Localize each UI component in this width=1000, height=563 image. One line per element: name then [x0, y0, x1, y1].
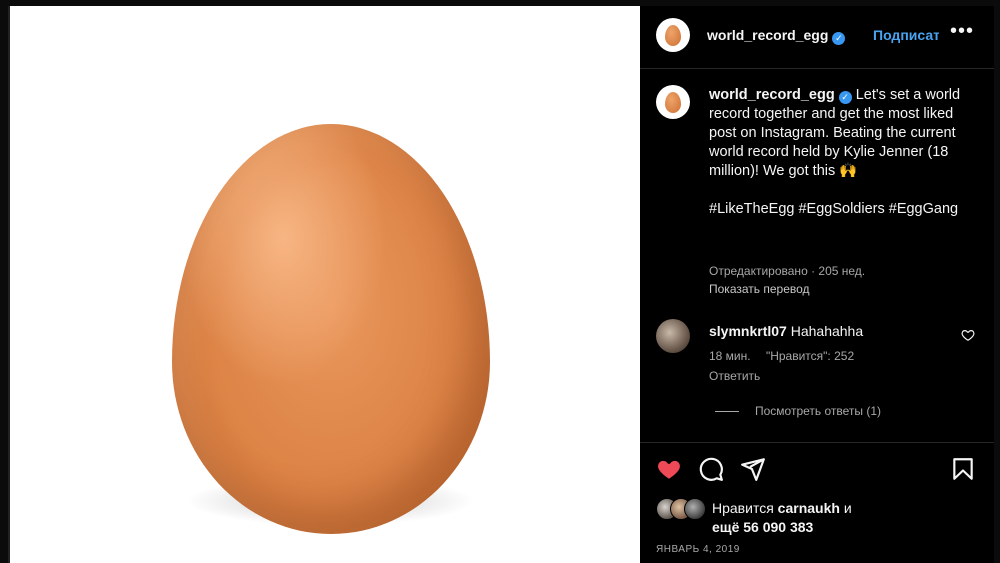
author-avatar[interactable] [656, 18, 690, 52]
liker-username[interactable]: carnaukh [778, 500, 840, 516]
comment: slymnkrtl07 Hahahahha [709, 323, 863, 339]
comment-likes-count[interactable]: "Нравится": 252 [766, 349, 854, 363]
comment-time: 18 мин. [709, 349, 751, 363]
actions-divider [640, 442, 994, 443]
show-translation-link[interactable]: Показать перевод [709, 282, 810, 296]
caption-hashtags[interactable]: #LikeTheEgg #EggSoldiers #EggGang [709, 200, 979, 219]
post-side-panel: world_record_egg✓ Подписаться ••• world_… [640, 6, 994, 563]
author-username[interactable]: world_record_egg [707, 27, 828, 43]
post-date[interactable]: ЯНВАРЬ 4, 2019 [656, 544, 740, 555]
commenter-username[interactable]: slymnkrtl07 [709, 323, 787, 339]
heart-filled-icon[interactable] [656, 456, 682, 482]
likers-avatars[interactable] [656, 498, 712, 520]
verified-badge-icon: ✓ [838, 91, 852, 104]
comment-text: Hahahahha [790, 323, 864, 339]
view-replies-label: Посмотреть ответы (1) [755, 404, 882, 418]
header-divider [640, 68, 994, 69]
liker-avatar [684, 498, 706, 520]
likes-prefix: Нравится [712, 500, 774, 516]
edited-timestamp: Отредактировано · 205 нед. [709, 264, 866, 278]
reply-button[interactable]: Ответить [709, 369, 760, 383]
bookmark-icon[interactable] [950, 456, 976, 482]
commenter-avatar[interactable] [656, 319, 690, 353]
caption-username[interactable]: world_record_egg [709, 87, 835, 103]
comment-like-heart-icon[interactable] [961, 328, 975, 342]
author-header[interactable]: world_record_egg ✓ [707, 27, 846, 45]
post-caption: world_record_egg ✓ Let's set a world reco… [709, 86, 979, 219]
more-options-icon[interactable]: ••• [950, 20, 974, 43]
post-image[interactable] [8, 6, 640, 563]
view-replies-button[interactable]: Посмотреть ответы (1) [715, 404, 881, 418]
egg-photo [172, 124, 490, 534]
paper-plane-icon[interactable] [740, 456, 766, 482]
screenshot-frame: world_record_egg✓ Подписаться ••• world_… [0, 0, 1000, 563]
likes-count[interactable]: ещё 56 090 383 [712, 519, 813, 535]
comment-icon[interactable] [698, 456, 724, 482]
replies-line [715, 410, 739, 412]
follow-button[interactable]: Подписаться [873, 27, 939, 43]
verified-badge-icon: ✓ [832, 32, 846, 45]
egg-avatar-icon [665, 24, 681, 46]
likes-summary: Нравится carnaukh и ещё 56 090 383 [712, 499, 952, 537]
caption-avatar[interactable] [656, 85, 690, 119]
comment-meta: 18 мин. "Нравится": 252 [709, 349, 854, 363]
likes-conjunction: и [843, 500, 852, 516]
egg-avatar-icon [665, 91, 681, 113]
